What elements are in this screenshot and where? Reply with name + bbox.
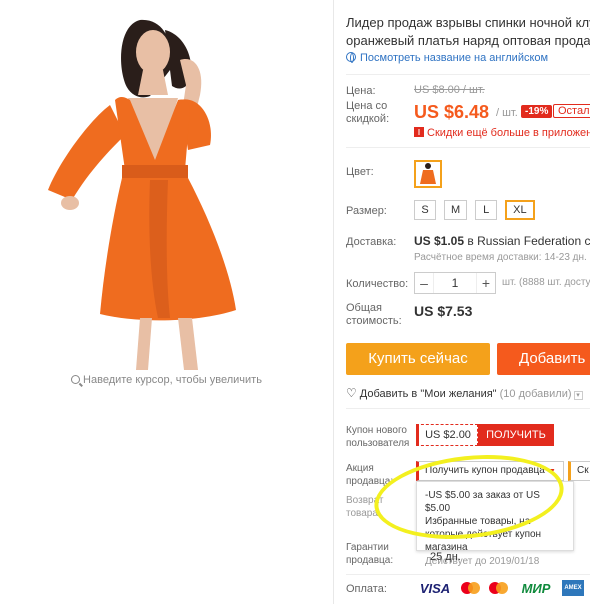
- payment-methods: VISA МИР AMEX: [416, 580, 584, 596]
- visa-icon: VISA: [419, 580, 451, 596]
- size-selector: S M L XL: [414, 200, 535, 220]
- new-user-coupon-label: Купон нового пользователя: [346, 425, 410, 449]
- add-to-cart-button[interactable]: Добавить в: [497, 343, 590, 375]
- discount-badge: -19%: [521, 105, 553, 118]
- warranty-label: Гарантии продавца:: [346, 542, 394, 566]
- size-option-s[interactable]: S: [414, 200, 436, 220]
- get-coupon-button[interactable]: ПОЛУЧИТЬ: [478, 424, 554, 446]
- new-user-coupon-amount: US $2.00: [416, 424, 478, 446]
- warranty-value: 25 дн.: [430, 551, 461, 563]
- color-swatch-image: [416, 162, 440, 186]
- quantity-increase-button[interactable]: +: [477, 273, 495, 293]
- quantity-stepper: – 1 +: [414, 272, 496, 294]
- color-swatch-orange[interactable]: [414, 160, 442, 188]
- new-price: US $6.48: [414, 102, 490, 122]
- shipping-price: US $1.05: [414, 234, 465, 248]
- divider: [346, 74, 590, 75]
- zoom-hint-text: Наведите курсор, чтобы увеличить: [83, 374, 262, 386]
- buy-now-button[interactable]: Купить сейчас: [346, 343, 490, 375]
- product-title-line1: Лидер продаж взрывы спинки ночной клуб: [346, 15, 590, 30]
- mastercard-icon: [460, 580, 482, 596]
- price-unit: / шт.: [496, 107, 518, 119]
- translate-link-text: Посмотреть название на английском: [360, 52, 549, 64]
- dress-photo: [0, 0, 333, 370]
- amex-icon: AMEX: [562, 580, 584, 596]
- chevron-down-icon[interactable]: ▾: [573, 391, 583, 400]
- discount-price-label: Цена со скидкой:: [346, 100, 390, 125]
- total-price: US $7.53: [414, 303, 473, 319]
- product-title-line2: оранжевый платья наряд оптовая продажа: [346, 33, 590, 48]
- remaining-badge: Остало: [553, 104, 590, 118]
- wishlist-link[interactable]: ♡ Добавить в "Мои желания" (10 добавили) ▾: [346, 386, 583, 400]
- divider: [346, 147, 590, 148]
- wishlist-text: Добавить в "Мои желания": [359, 388, 497, 400]
- shipping-label: Доставка:: [346, 236, 397, 248]
- price-label: Цена:: [346, 85, 376, 97]
- product-image[interactable]: [0, 0, 333, 370]
- shipping-estimate: Расчётное время доставки: 14-23 дн.: [414, 252, 587, 263]
- magnifier-icon: [71, 375, 81, 384]
- shipping-destination: в Russian Federation служб: [467, 234, 590, 248]
- shipping-value[interactable]: US $1.05 в Russian Federation служб: [414, 234, 590, 248]
- wishlist-count: (10 добавили): [499, 388, 572, 400]
- quantity-input[interactable]: 1: [433, 273, 477, 293]
- color-label: Цвет:: [346, 166, 374, 178]
- size-option-xl[interactable]: XL: [505, 200, 535, 220]
- qr-code-icon: [414, 127, 424, 137]
- quantity-available: шт. (8888 шт. досту: [502, 277, 590, 288]
- globe-icon: [346, 52, 356, 63]
- divider: [346, 408, 590, 409]
- size-option-m[interactable]: M: [444, 200, 468, 220]
- app-promo-link[interactable]: Скидки ещё больше в приложени: [414, 127, 590, 139]
- divider: [346, 574, 590, 575]
- product-title: Лидер продаж взрывы спинки ночной клуб о…: [346, 14, 590, 50]
- heart-icon: ♡: [346, 386, 357, 400]
- size-label: Размер:: [346, 205, 387, 217]
- old-price: US $8.00 / шт.: [414, 84, 485, 96]
- mir-icon: МИР: [521, 580, 551, 596]
- size-option-l[interactable]: L: [475, 200, 498, 220]
- total-label: Общая стоимость:: [346, 302, 402, 327]
- seller-coupon-dropdown-2[interactable]: Ск: [568, 461, 590, 481]
- translate-link[interactable]: Посмотреть название на английском: [346, 52, 548, 64]
- payment-label: Оплата:: [346, 583, 387, 595]
- maestro-icon: [488, 580, 510, 596]
- quantity-label: Количество:: [346, 278, 409, 290]
- app-promo-text: Скидки ещё больше в приложени: [427, 127, 590, 139]
- quantity-decrease-button[interactable]: –: [415, 273, 433, 293]
- zoom-hint: Наведите курсор, чтобы увеличить: [0, 374, 333, 386]
- panel-divider: [333, 0, 334, 604]
